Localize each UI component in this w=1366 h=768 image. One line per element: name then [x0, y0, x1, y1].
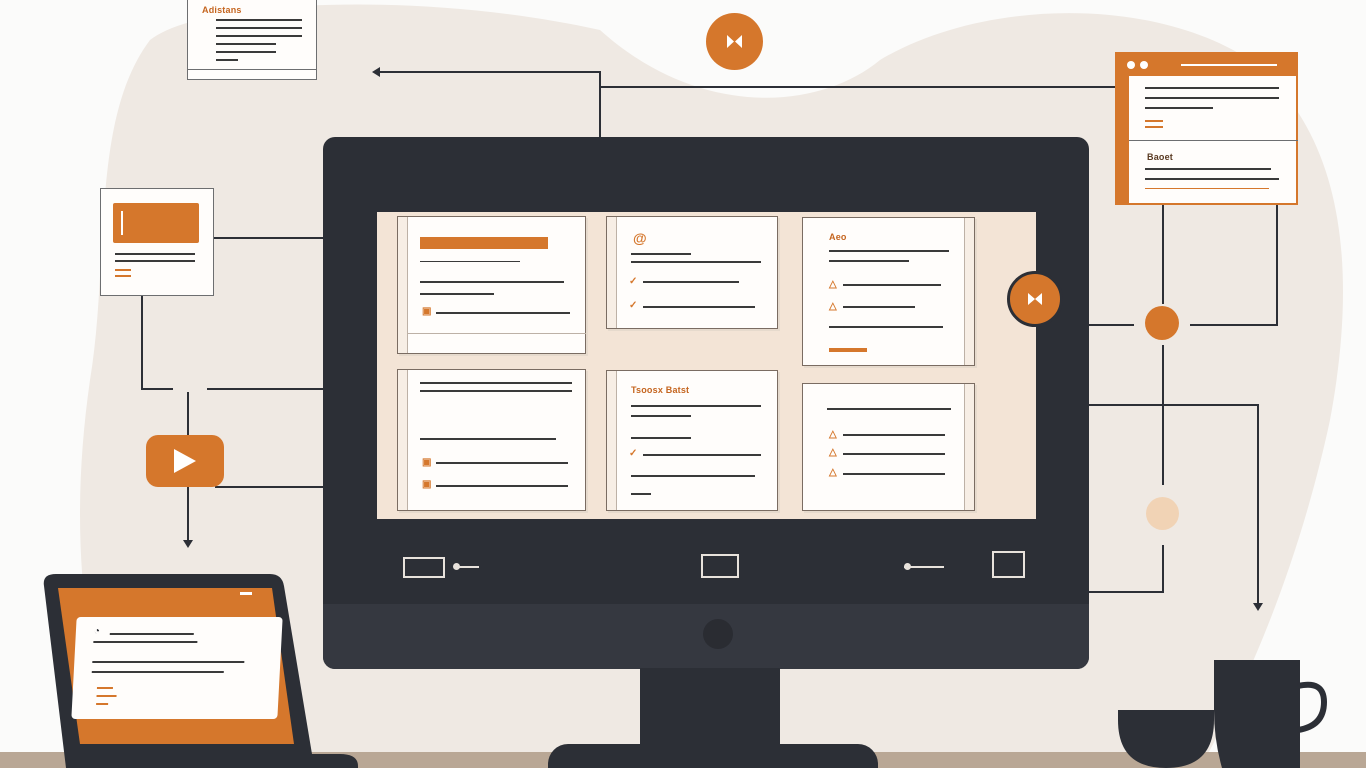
taskbar-window-button[interactable]	[403, 557, 445, 578]
arrow-left-icon	[372, 67, 380, 77]
dashboard-card[interactable]: ▣ ▣	[397, 369, 586, 511]
right-window: Baoet	[1115, 52, 1298, 205]
skip-button[interactable]	[706, 13, 763, 70]
skip-icon	[1028, 293, 1042, 305]
connector-line	[207, 388, 325, 390]
monitor-base	[548, 744, 878, 768]
note-title: Adistans	[202, 5, 242, 15]
dashboard-card[interactable]: Aeo △ △	[802, 217, 975, 366]
calendar-icon: ▣	[422, 306, 432, 317]
monitor-stand	[640, 668, 780, 754]
laptop-indicator	[240, 592, 252, 595]
slider-handle[interactable]	[904, 563, 911, 570]
coffee-cups	[1118, 660, 1328, 768]
node-dot	[1145, 306, 1179, 340]
connector-line	[215, 486, 325, 488]
connector-line	[1088, 324, 1134, 326]
checkmark-icon: ✓	[629, 276, 638, 287]
card-title: Tsoosx Batst	[631, 385, 690, 395]
connector-line	[1088, 404, 1258, 406]
taskbar-window-button[interactable]	[992, 551, 1025, 578]
skip-icon	[727, 35, 742, 48]
window-label: Baoet	[1147, 152, 1174, 162]
calendar-icon: ▣	[422, 457, 432, 468]
warning-icon: △	[829, 279, 837, 290]
node-dot	[1146, 497, 1179, 530]
connector-line	[1190, 324, 1278, 326]
connector-line	[141, 295, 143, 390]
connector-line	[1257, 404, 1259, 604]
connector-line	[1162, 545, 1164, 593]
connector-line	[213, 237, 325, 239]
checkmark-icon: ✓	[629, 448, 638, 459]
skip-button[interactable]	[1007, 271, 1063, 327]
calendar-icon: ▣	[422, 479, 432, 490]
connector-line	[599, 71, 601, 138]
dashboard-card[interactable]: @ ✓ ✓	[606, 216, 778, 329]
warning-icon: △	[829, 467, 837, 478]
connector-line	[1088, 591, 1164, 593]
arrow-down-icon	[1253, 603, 1263, 611]
left-note-card	[100, 188, 214, 296]
slider-handle[interactable]	[453, 563, 460, 570]
dashboard-card[interactable]: △ △ △	[802, 383, 975, 511]
address-bar[interactable]	[1181, 64, 1277, 66]
warning-icon: △	[829, 447, 837, 458]
card-title: Aeo	[829, 232, 847, 242]
checkmark-icon: ✓	[629, 300, 638, 311]
dashboard-card[interactable]: ▣	[397, 216, 586, 354]
note-card-top: Adistans	[187, 0, 317, 80]
dashboard-card[interactable]: Tsoosx Batst ✓	[606, 370, 778, 511]
arrow-down-icon	[183, 540, 193, 548]
window-dot-icon	[1127, 61, 1135, 69]
play-icon	[174, 449, 196, 473]
connector-line	[1162, 345, 1164, 485]
connector-line	[1162, 204, 1164, 304]
warning-icon: △	[829, 301, 837, 312]
illustration-scene: Adistans ▣ @ ✓ ✓ Aeo △ △ ▣ ▣ Tsoosx Bats…	[0, 0, 1366, 768]
connector-line	[141, 388, 173, 390]
eye-icon: ◔	[93, 626, 101, 637]
play-button[interactable]	[146, 435, 224, 487]
warning-icon: △	[829, 429, 837, 440]
power-button[interactable]	[703, 619, 733, 649]
connector-line	[378, 71, 600, 73]
window-dot-icon	[1140, 61, 1148, 69]
connector-line	[600, 86, 1116, 88]
laptop-screen-card: ◔	[71, 617, 283, 719]
taskbar-window-button[interactable]	[701, 554, 739, 578]
swirl-icon: @	[633, 230, 647, 246]
connector-line	[1276, 204, 1278, 326]
